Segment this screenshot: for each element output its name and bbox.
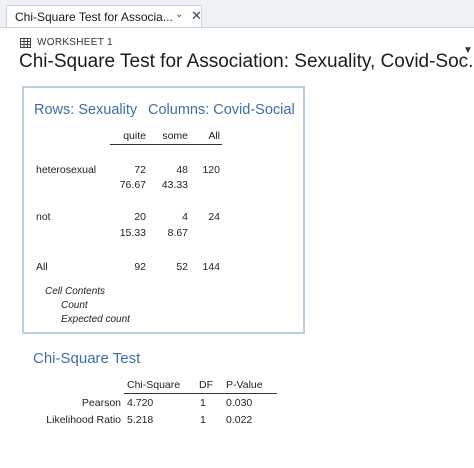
expected-cell: 43.33 bbox=[161, 179, 188, 191]
p-value: 0.022 bbox=[226, 414, 253, 426]
header-divider bbox=[110, 144, 222, 145]
chi-header-chi-square: Chi-Square bbox=[127, 379, 181, 391]
tab-chi-square-output[interactable]: Chi-Square Test for Associa... ⌄ ✕ bbox=[6, 5, 202, 27]
chi-header-p-value: P-Value bbox=[226, 379, 263, 391]
col-header-some: some bbox=[162, 130, 188, 142]
count-cell: 4 bbox=[182, 211, 188, 223]
chi-header-df: DF bbox=[199, 379, 213, 391]
col-header-all: All bbox=[208, 130, 220, 142]
p-value: 0.030 bbox=[226, 397, 253, 409]
options-caret-icon[interactable]: ▼ bbox=[463, 45, 473, 56]
count-cell: 48 bbox=[176, 164, 188, 176]
tabulated-statistics-panel: Rows: Sexuality Columns: Covid-Social qu… bbox=[22, 86, 305, 334]
chi-row-label-likelihood-ratio: Likelihood Ratio bbox=[46, 414, 121, 426]
page-title: Chi-Square Test for Association: Sexuali… bbox=[19, 51, 474, 72]
row-label-all: All bbox=[36, 261, 48, 273]
count-cell: 120 bbox=[202, 164, 220, 176]
tab-bar: Chi-Square Test for Associa... ⌄ ✕ bbox=[0, 0, 474, 28]
count-cell: 92 bbox=[134, 261, 146, 273]
row-label-not: not bbox=[36, 211, 51, 223]
expected-cell: 76.67 bbox=[119, 179, 146, 191]
close-icon[interactable]: ✕ bbox=[191, 8, 202, 24]
df-value: 1 bbox=[200, 414, 206, 426]
rows-header: Rows: Sexuality bbox=[34, 102, 138, 118]
chi-value: 5.218 bbox=[127, 414, 154, 426]
chi-row-label-pearson: Pearson bbox=[81, 397, 121, 409]
cell-contents-item: Count bbox=[61, 300, 88, 311]
count-cell: 144 bbox=[202, 261, 220, 273]
df-value: 1 bbox=[200, 397, 206, 409]
chi-square-test-title: Chi-Square Test bbox=[33, 350, 141, 367]
columns-header: Columns: Covid-Social bbox=[148, 102, 295, 118]
expected-cell: 15.33 bbox=[119, 227, 146, 239]
count-cell: 52 bbox=[176, 261, 188, 273]
chevron-down-icon[interactable]: ⌄ bbox=[175, 9, 183, 20]
row-label-heterosexual: heterosexual bbox=[36, 164, 97, 176]
col-header-quite: quite bbox=[123, 130, 146, 142]
worksheet-label: WORKSHEET 1 bbox=[37, 37, 113, 48]
worksheet-grid-icon bbox=[20, 38, 31, 48]
tab-label: Chi-Square Test for Associa... bbox=[15, 10, 173, 24]
chi-header-divider bbox=[124, 393, 277, 394]
cell-contents-item: Expected count bbox=[61, 314, 130, 325]
count-cell: 20 bbox=[134, 211, 146, 223]
count-cell: 72 bbox=[134, 164, 146, 176]
count-cell: 24 bbox=[208, 211, 220, 223]
chi-value: 4.720 bbox=[127, 397, 154, 409]
cell-contents-title: Cell Contents bbox=[45, 286, 106, 297]
expected-cell: 8.67 bbox=[167, 227, 188, 239]
